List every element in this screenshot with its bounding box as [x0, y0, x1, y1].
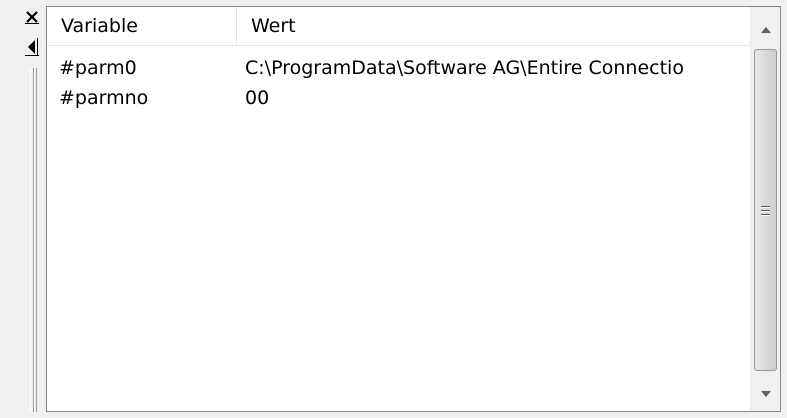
- variables-list[interactable]: Variable Wert #parm0 C:\ProgramData\Soft…: [46, 6, 781, 412]
- scrollbar-thumb[interactable]: [754, 49, 777, 371]
- list-rows: #parm0 C:\ProgramData\Software AG\Entire…: [47, 53, 751, 113]
- column-header-wert[interactable]: Wert: [237, 7, 751, 45]
- list-header: Variable Wert: [47, 7, 751, 46]
- cell-value: C:\ProgramData\Software AG\Entire Connec…: [245, 57, 684, 79]
- cell-variable: #parm0: [59, 57, 137, 79]
- column-header-label: Wert: [251, 15, 296, 37]
- column-header-variable[interactable]: Variable: [47, 7, 237, 45]
- arrow-up-icon[interactable]: [751, 13, 780, 47]
- column-header-label: Variable: [61, 15, 138, 37]
- table-row[interactable]: #parmno 00: [47, 83, 751, 113]
- vertical-scrollbar[interactable]: [750, 7, 780, 411]
- table-row[interactable]: #parm0 C:\ProgramData\Software AG\Entire…: [47, 53, 751, 83]
- cell-variable: #parmno: [59, 87, 149, 109]
- variables-panel: Variable Wert #parm0 C:\ProgramData\Soft…: [0, 0, 787, 418]
- dock-resize-grip[interactable]: [30, 68, 37, 412]
- collapse-left-icon[interactable]: [23, 38, 41, 56]
- arrow-down-icon[interactable]: [751, 377, 780, 411]
- scroll-grip-icon: [761, 205, 770, 215]
- close-icon[interactable]: [23, 8, 41, 26]
- dock-strip: [0, 0, 46, 418]
- cell-value: 00: [245, 87, 270, 109]
